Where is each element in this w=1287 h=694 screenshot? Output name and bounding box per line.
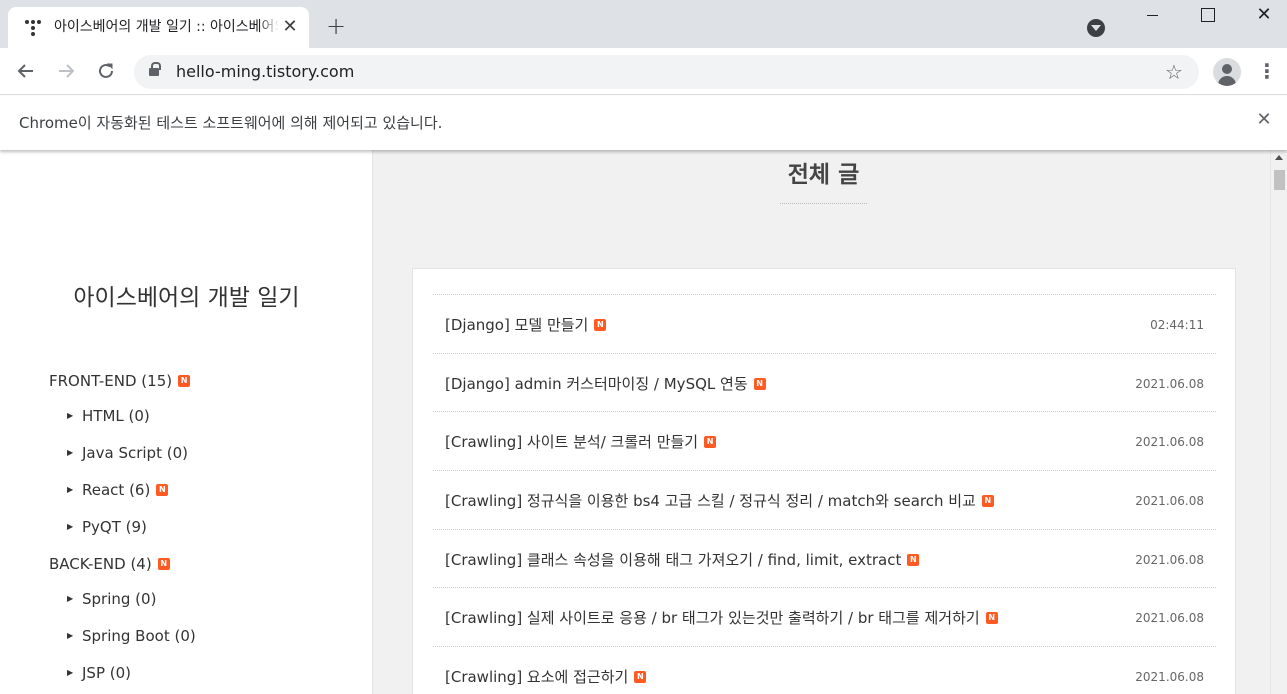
heading-divider xyxy=(780,203,867,204)
caret-right-icon: ▶ xyxy=(67,411,74,420)
minimize-button[interactable] xyxy=(1124,0,1180,32)
category-spring-boot[interactable]: ▶ Spring Boot (0) xyxy=(67,626,196,646)
infobar-message: Chrome이 자동화된 테스트 소프트웨어에 의해 제어되고 있습니다. xyxy=(19,114,443,132)
forward-arrow-icon[interactable] xyxy=(53,58,79,84)
tab-title: 아이스베어의 개발 일기 :: 아이스베어의 개발 일기 xyxy=(54,18,279,36)
new-badge: N xyxy=(178,375,191,387)
category-spring[interactable]: ▶ Spring (0) xyxy=(67,589,156,609)
post-title[interactable]: [Crawling] 정규식을 이용한 bs4 고급 스킬 / 정규식 정리 /… xyxy=(445,491,976,511)
automation-infobar: Chrome이 자동화된 테스트 소프트웨어에 의해 제어되고 있습니다. ✕ xyxy=(0,96,1287,150)
post-item[interactable]: [Django] admin 커스터마이징 / MySQL 연동 N 2021.… xyxy=(433,354,1216,413)
new-tab-button[interactable]: + xyxy=(323,14,349,40)
caret-right-icon: ▶ xyxy=(67,594,74,603)
reload-icon[interactable] xyxy=(93,58,119,84)
post-title-wrap[interactable]: [Django] admin 커스터마이징 / MySQL 연동 N xyxy=(445,374,766,394)
category-label: React (6) xyxy=(82,481,151,499)
bookmark-star-icon[interactable]: ☆ xyxy=(1165,60,1183,84)
maximize-button[interactable] xyxy=(1180,0,1236,32)
post-list: [Django] 모델 만들기 N 02:44:11 [Django] admi… xyxy=(433,294,1216,694)
tab-search-icon[interactable] xyxy=(1087,19,1105,37)
post-title[interactable]: [Crawling] 실제 사이트로 응용 / br 태그가 있는것만 출력하기… xyxy=(445,608,980,628)
new-badge: N xyxy=(981,495,994,508)
caret-right-icon: ▶ xyxy=(67,522,74,531)
post-title-wrap[interactable]: [Django] 모델 만들기 N xyxy=(445,315,607,335)
category-label: FRONT-END (15) xyxy=(49,372,173,390)
category-back-end[interactable]: BACK-END (4) N xyxy=(49,554,170,574)
post-item[interactable]: [Crawling] 실제 사이트로 응용 / br 태그가 있는것만 출력하기… xyxy=(433,588,1216,648)
new-badge: N xyxy=(907,553,920,566)
sidebar: 아이스베어의 개발 일기 FRONT-END (15) N ▶ HTML (0)… xyxy=(0,150,373,694)
post-item[interactable]: [Django] 모델 만들기 N 02:44:11 xyxy=(433,295,1216,354)
infobar-close-icon[interactable]: ✕ xyxy=(1254,110,1274,130)
kebab-menu-icon[interactable]: ⋮ xyxy=(1257,60,1277,84)
address-bar[interactable]: hello-ming.tistory.com ☆ xyxy=(134,55,1199,89)
tab-strip: 아이스베어의 개발 일기 :: 아이스베어의 개발 일기 ✕ + ✕ xyxy=(0,0,1287,48)
post-date: 2021.06.08 xyxy=(1135,670,1204,685)
post-title-wrap[interactable]: [Crawling] 사이트 분석/ 크롤러 만들기 N xyxy=(445,432,717,452)
page-scrollbar[interactable] xyxy=(1270,150,1287,694)
category-label: BACK-END (4) xyxy=(49,555,152,573)
new-badge: N xyxy=(634,671,647,684)
post-item[interactable]: [Crawling] 요소에 접근하기 N 2021.06.08 xyxy=(433,647,1216,694)
scroll-thumb[interactable] xyxy=(1274,170,1285,190)
post-title[interactable]: [Django] admin 커스터마이징 / MySQL 연동 xyxy=(445,374,748,394)
caret-right-icon: ▶ xyxy=(67,485,74,494)
category-label: PyQT (9) xyxy=(82,518,147,536)
post-item[interactable]: [Crawling] 정규식을 이용한 bs4 고급 스킬 / 정규식 정리 /… xyxy=(433,471,1216,530)
caret-right-icon: ▶ xyxy=(67,668,74,677)
new-badge: N xyxy=(157,558,170,570)
browser-toolbar: hello-ming.tistory.com ☆ ⋮ xyxy=(0,48,1287,95)
category-label: HTML (0) xyxy=(82,407,150,425)
post-title[interactable]: [Django] 모델 만들기 xyxy=(445,315,588,335)
post-title[interactable]: [Crawling] 요소에 접근하기 xyxy=(445,667,628,687)
post-title[interactable]: [Crawling] 사이트 분석/ 크롤러 만들기 xyxy=(445,432,698,452)
page-heading: 전체 글 xyxy=(787,162,860,188)
category-html[interactable]: ▶ HTML (0) xyxy=(67,406,150,426)
new-badge: N xyxy=(156,484,169,496)
post-date: 02:44:11 xyxy=(1150,318,1204,332)
category-jsp[interactable]: ▶ JSP (0) xyxy=(67,663,131,683)
category-label: Spring (0) xyxy=(82,590,157,608)
post-date: 2021.06.08 xyxy=(1135,435,1204,450)
window-close-button[interactable]: ✕ xyxy=(1236,0,1287,32)
browser-tab[interactable]: 아이스베어의 개발 일기 :: 아이스베어의 개발 일기 ✕ xyxy=(8,7,309,48)
caret-right-icon: ▶ xyxy=(67,631,74,640)
post-title[interactable]: [Crawling] 클래스 속성을 이용해 태그 가져오기 / find, l… xyxy=(445,550,901,570)
post-date: 2021.06.08 xyxy=(1135,494,1204,509)
post-title-wrap[interactable]: [Crawling] 클래스 속성을 이용해 태그 가져오기 / find, l… xyxy=(445,550,920,570)
tab-close-icon[interactable]: ✕ xyxy=(280,18,300,38)
post-item[interactable]: [Crawling] 클래스 속성을 이용해 태그 가져오기 / find, l… xyxy=(433,530,1216,589)
scroll-up-arrow-icon[interactable] xyxy=(1275,155,1283,160)
new-badge: N xyxy=(704,436,717,449)
post-date: 2021.06.08 xyxy=(1135,552,1204,567)
post-title-wrap[interactable]: [Crawling] 요소에 접근하기 N xyxy=(445,667,647,687)
blog-title[interactable]: 아이스베어의 개발 일기 xyxy=(0,283,373,313)
category-front-end[interactable]: FRONT-END (15) N xyxy=(49,371,191,391)
caret-right-icon: ▶ xyxy=(67,448,74,457)
post-item[interactable]: [Crawling] 사이트 분석/ 크롤러 만들기 N 2021.06.08 xyxy=(433,412,1216,472)
post-title-wrap[interactable]: [Crawling] 정규식을 이용한 bs4 고급 스킬 / 정규식 정리 /… xyxy=(445,491,994,511)
back-arrow-icon[interactable] xyxy=(13,58,39,84)
post-date: 2021.06.08 xyxy=(1135,376,1204,391)
category-label: JSP (0) xyxy=(82,664,132,682)
post-list-container: [Django] 모델 만들기 N 02:44:11 [Django] admi… xyxy=(412,268,1236,694)
tistory-favicon-icon xyxy=(25,20,41,36)
profile-icon[interactable] xyxy=(1213,58,1241,86)
web-page: 아이스베어의 개발 일기 FRONT-END (15) N ▶ HTML (0)… xyxy=(0,150,1287,694)
category-label: Java Script (0) xyxy=(82,444,188,462)
new-badge: N xyxy=(594,319,607,331)
category-java-script[interactable]: ▶ Java Script (0) xyxy=(67,443,188,463)
post-date: 2021.06.08 xyxy=(1135,611,1204,626)
post-title-wrap[interactable]: [Crawling] 실제 사이트로 응용 / br 태그가 있는것만 출력하기… xyxy=(445,608,998,628)
category-react[interactable]: ▶ React (6) N xyxy=(67,480,169,500)
url-text[interactable]: hello-ming.tistory.com xyxy=(176,63,354,81)
category-label: Spring Boot (0) xyxy=(82,627,196,645)
category-pyqt[interactable]: ▶ PyQT (9) xyxy=(67,517,147,537)
new-badge: N xyxy=(753,377,766,390)
new-badge: N xyxy=(985,612,998,625)
lock-icon[interactable] xyxy=(149,62,161,78)
